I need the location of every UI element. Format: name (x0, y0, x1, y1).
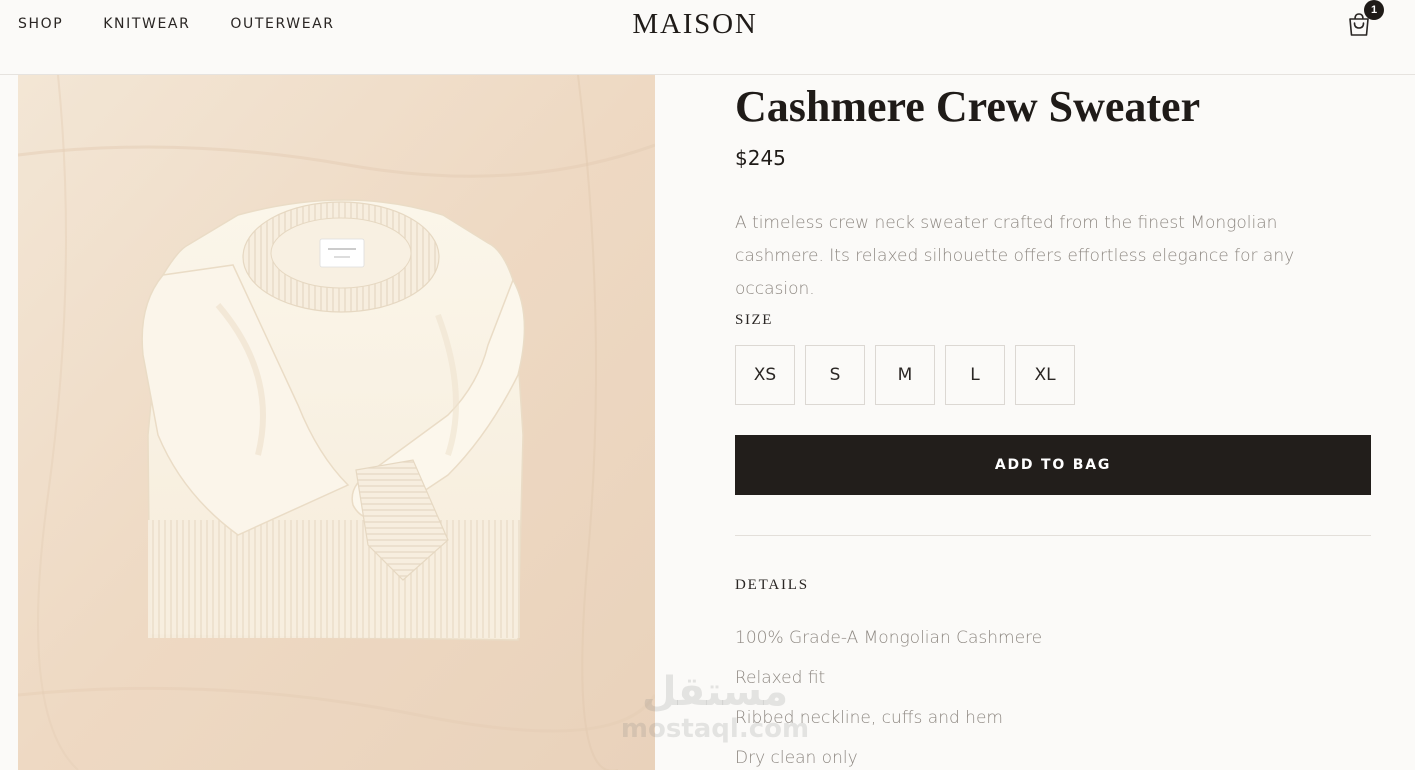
size-option-m[interactable]: M (875, 345, 935, 405)
details-item: 100% Grade-A Mongolian Cashmere (735, 628, 1043, 648)
size-option-xl[interactable]: XL (1015, 345, 1075, 405)
product-image (18, 75, 655, 770)
size-option-l[interactable]: L (945, 345, 1005, 405)
site-header: SHOP KNITWEAR OUTERWEAR MAISON 1 (0, 0, 1415, 75)
size-label: SIZE (735, 312, 774, 328)
cart-count-badge: 1 (1364, 0, 1384, 20)
divider (735, 535, 1371, 536)
details-item: Relaxed fit (735, 668, 826, 688)
details-heading: DETAILS (735, 577, 809, 593)
size-selector: XS S M L XL (735, 345, 1075, 405)
size-option-s[interactable]: S (805, 345, 865, 405)
details-item: Dry clean only (735, 748, 858, 768)
add-to-bag-button[interactable]: ADD TO BAG (735, 435, 1371, 495)
product-description: A timeless crew neck sweater crafted fro… (735, 213, 1295, 299)
product-price: $245 (735, 146, 786, 170)
product-title: Cashmere Crew Sweater (735, 82, 1201, 131)
details-list: 100% Grade-A Mongolian Cashmere Relaxed … (735, 618, 1042, 770)
details-item: Ribbed neckline, cuffs and hem (735, 708, 1003, 728)
brand-logo[interactable]: MAISON (0, 8, 1390, 41)
size-option-xs[interactable]: XS (735, 345, 795, 405)
